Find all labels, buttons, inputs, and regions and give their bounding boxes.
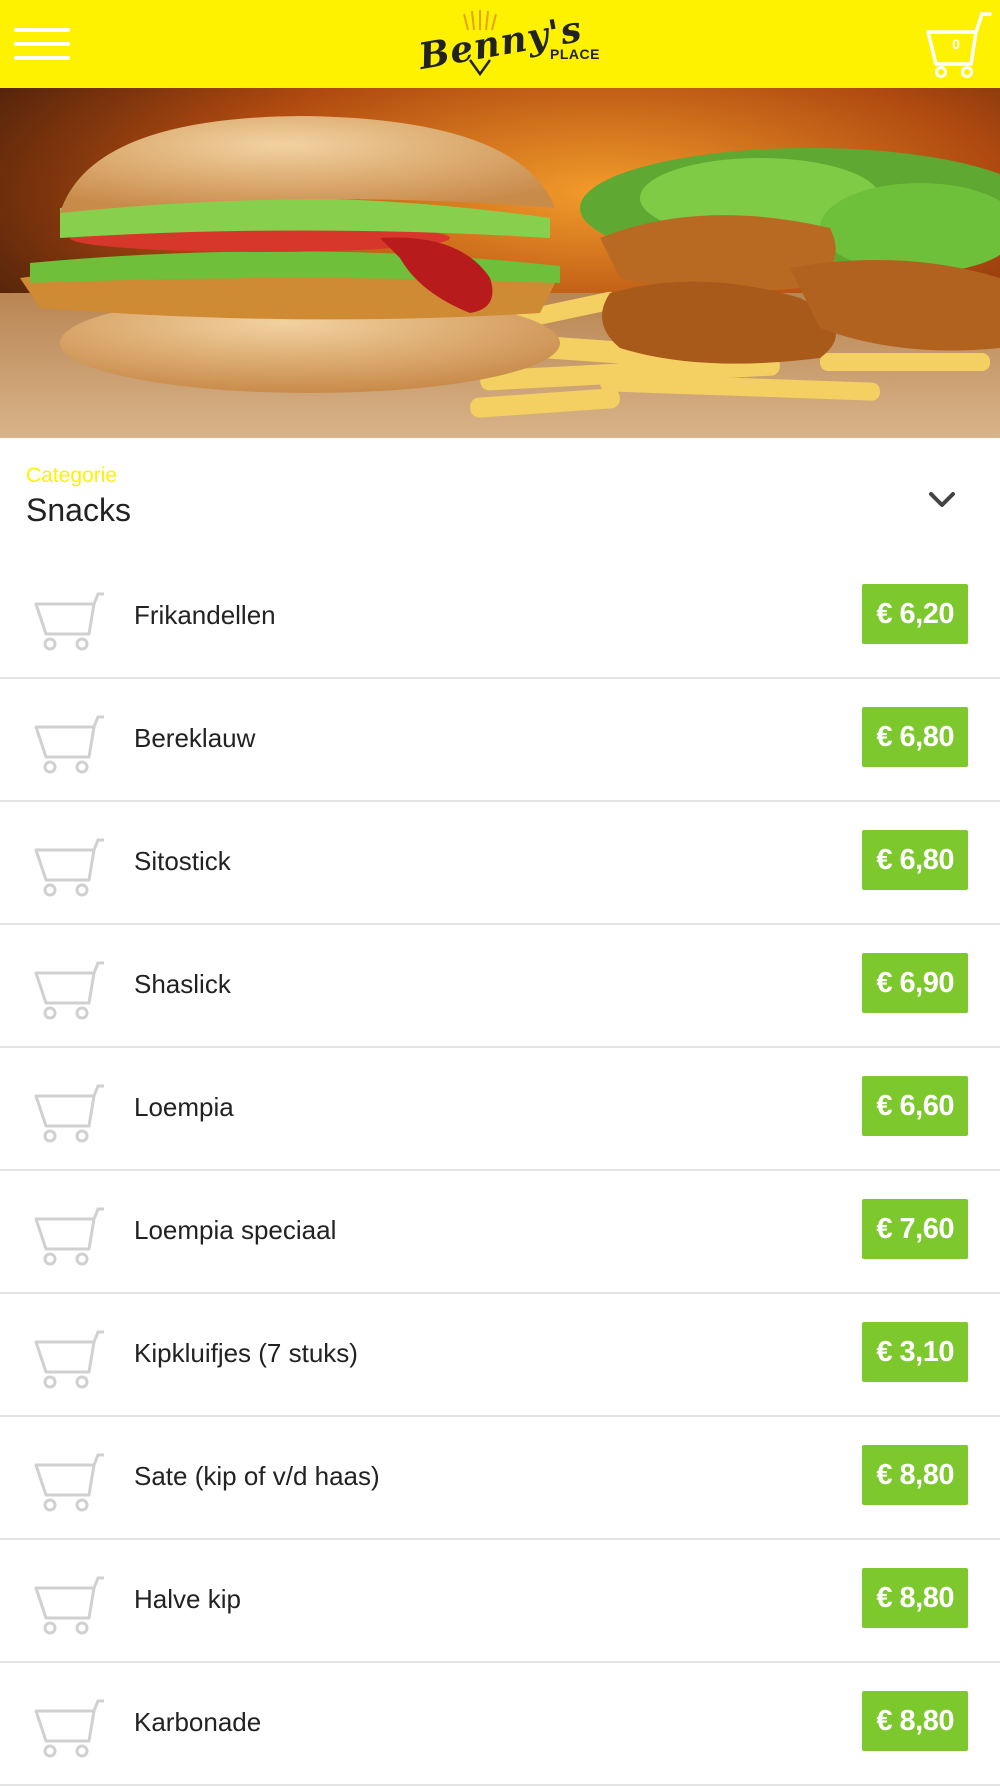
product-name: Halve kip [134, 1584, 241, 1614]
list-item[interactable]: Bereklauw € 6,80 [0, 679, 1000, 802]
price-button[interactable]: € 8,80 [862, 1691, 968, 1751]
product-name: Sitostick [134, 846, 231, 876]
food-photo [0, 88, 1000, 438]
product-name: Kipkluifjes (7 stuks) [134, 1338, 358, 1368]
price-button[interactable]: € 6,80 [862, 707, 968, 767]
add-to-cart-button[interactable] [34, 961, 104, 1021]
product-name: Shaslick [134, 969, 231, 999]
add-to-cart-button[interactable] [34, 1453, 104, 1513]
list-item[interactable]: Shaslick € 6,90 [0, 925, 1000, 1048]
logo-sub-text: PLACE [550, 46, 600, 62]
menu-button[interactable] [14, 26, 72, 62]
price-button[interactable]: € 6,60 [862, 1076, 968, 1136]
add-to-cart-icon [34, 1576, 104, 1635]
add-to-cart-button[interactable] [34, 592, 104, 652]
add-to-cart-button[interactable] [34, 715, 104, 775]
list-item[interactable]: Karbonade € 8,80 [0, 1663, 1000, 1786]
list-item[interactable]: Frikandellen € 6,20 [0, 556, 1000, 679]
list-item[interactable]: Kipkluifjes (7 stuks) € 3,10 [0, 1294, 1000, 1417]
add-to-cart-button[interactable] [34, 1207, 104, 1267]
price-button[interactable]: € 3,10 [862, 1322, 968, 1382]
category-label: Categorie [26, 464, 118, 487]
price-button[interactable]: € 6,80 [862, 830, 968, 890]
price-button[interactable]: € 8,80 [862, 1568, 968, 1628]
hamburger-menu-icon [14, 28, 70, 32]
add-to-cart-icon [34, 1084, 104, 1143]
list-item[interactable]: Sitostick € 6,80 [0, 802, 1000, 925]
add-to-cart-icon [34, 1330, 104, 1389]
add-to-cart-button[interactable] [34, 1330, 104, 1390]
add-to-cart-icon [34, 961, 104, 1020]
add-to-cart-icon [34, 1453, 104, 1512]
price-button[interactable]: € 8,80 [862, 1445, 968, 1505]
price-button[interactable]: € 7,60 [862, 1199, 968, 1259]
cart-button[interactable]: 0 [924, 10, 992, 80]
add-to-cart-icon [34, 1207, 104, 1266]
product-name: Karbonade [134, 1707, 262, 1737]
product-name: Sate (kip of v/d haas) [134, 1461, 380, 1491]
add-to-cart-button[interactable] [34, 1576, 104, 1636]
product-name: Frikandellen [134, 600, 276, 630]
product-name: Bereklauw [134, 723, 256, 753]
list-item[interactable]: Loempia speciaal € 7,60 [0, 1171, 1000, 1294]
product-name: Loempia speciaal [134, 1215, 337, 1245]
list-item[interactable]: Loempia € 6,60 [0, 1048, 1000, 1171]
cart-count: 0 [952, 36, 960, 52]
add-to-cart-icon [34, 715, 104, 774]
price-button[interactable]: € 6,90 [862, 953, 968, 1013]
top-bar: Benny's PLACE 0 [0, 0, 1000, 88]
hero-image [0, 88, 1000, 438]
category-value[interactable]: Snacks [26, 492, 131, 529]
product-list: Frikandellen € 6,20 Bereklauw € 6,80 Sitosti… [0, 556, 1000, 1786]
price-button[interactable]: € 6,20 [862, 584, 968, 644]
chevron-down-icon[interactable] [928, 490, 956, 510]
add-to-cart-button[interactable] [34, 838, 104, 898]
add-to-cart-icon [34, 592, 104, 651]
logo[interactable]: Benny's PLACE [414, 8, 600, 80]
add-to-cart-button[interactable] [34, 1699, 104, 1759]
product-name: Loempia [134, 1092, 234, 1122]
list-item[interactable]: Halve kip € 8,80 [0, 1540, 1000, 1663]
list-item[interactable]: Sate (kip of v/d haas) € 8,80 [0, 1417, 1000, 1540]
add-to-cart-icon [34, 1699, 104, 1758]
add-to-cart-icon [34, 838, 104, 897]
category-selector[interactable]: Categorie Snacks [0, 438, 1000, 556]
add-to-cart-button[interactable] [34, 1084, 104, 1144]
